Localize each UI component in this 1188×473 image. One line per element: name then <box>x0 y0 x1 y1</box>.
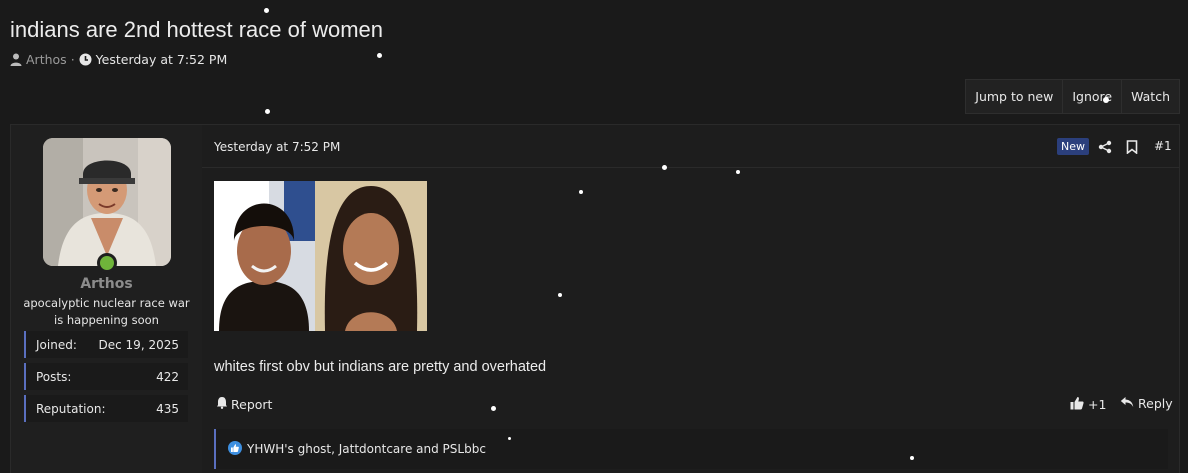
like-count: +1 <box>1088 397 1107 412</box>
reply-icon <box>1120 396 1134 411</box>
report-button[interactable]: Report <box>216 396 272 412</box>
reply-button[interactable]: Reply <box>1120 396 1173 411</box>
user-icon <box>10 53 22 66</box>
watch-button[interactable]: Watch <box>1121 80 1179 113</box>
snow-particle <box>491 406 496 411</box>
thread-date-link[interactable]: Yesterday at 7:52 PM <box>96 52 228 67</box>
stat-label: Reputation: <box>36 401 106 416</box>
thread-title: indians are 2nd hottest race of women <box>10 17 384 42</box>
stat-value: Dec 19, 2025 <box>98 337 179 352</box>
reactions-users[interactable]: YHWH's ghost, Jattdontcare and PSLbbc <box>247 442 486 456</box>
jump-to-new-button[interactable]: Jump to new <box>966 80 1062 113</box>
share-icon[interactable] <box>1098 139 1112 158</box>
report-label: Report <box>231 396 273 412</box>
post-image-attachment[interactable] <box>214 181 427 331</box>
avatar[interactable] <box>43 138 171 266</box>
post-number-link[interactable]: #1 <box>1154 139 1172 153</box>
snow-particle <box>910 456 914 460</box>
like-reaction-icon <box>228 440 242 458</box>
clock-icon <box>79 53 92 66</box>
snow-particle <box>736 170 740 174</box>
user-stat-joined: Joined: Dec 19, 2025 <box>24 331 188 358</box>
stat-value: 435 <box>156 401 179 416</box>
ignore-button[interactable]: Ignore <box>1062 80 1121 113</box>
snow-particle <box>1103 97 1109 103</box>
snow-particle <box>377 53 382 58</box>
user-stat-reputation: Reputation: 435 <box>24 395 188 422</box>
snow-particle <box>265 109 270 114</box>
post-user-column: Arthos apocalyptic nuclear race war is h… <box>11 125 202 473</box>
snow-particle <box>508 437 511 440</box>
reactions-bar[interactable]: YHWH's ghost, Jattdontcare and PSLbbc <box>214 429 1168 469</box>
bookmark-icon[interactable] <box>1126 139 1138 158</box>
online-status-indicator <box>97 253 117 273</box>
reply-label: Reply <box>1138 396 1173 411</box>
thread-author-link[interactable]: Arthos <box>26 52 67 67</box>
attached-photo-right[interactable] <box>315 181 427 331</box>
thread-meta: Arthos · Yesterday at 7:52 PM <box>10 52 227 67</box>
snow-particle <box>579 190 583 194</box>
post-message-text: whites first obv but indians are pretty … <box>214 359 547 375</box>
post-date-link[interactable]: Yesterday at 7:52 PM <box>214 140 340 154</box>
like-button[interactable]: +1 <box>1070 396 1106 413</box>
stat-value: 422 <box>156 369 179 384</box>
stat-label: Posts: <box>36 369 72 384</box>
post-content: Yesterday at 7:52 PM New #1 whites first… <box>202 125 1179 473</box>
snow-particle <box>257 198 262 203</box>
attached-photo-left[interactable] <box>214 181 315 331</box>
user-title: apocalyptic nuclear race war is happenin… <box>23 296 190 327</box>
snow-particle <box>558 293 562 297</box>
snow-particle <box>662 165 667 170</box>
post: Arthos apocalyptic nuclear race war is h… <box>10 124 1180 473</box>
snow-particle <box>264 8 269 13</box>
new-badge: New <box>1057 138 1089 155</box>
bell-icon <box>216 396 228 412</box>
meta-separator: · <box>70 52 75 67</box>
user-stat-posts: Posts: 422 <box>24 363 188 390</box>
post-username[interactable]: Arthos <box>11 276 202 292</box>
stat-label: Joined: <box>36 337 77 352</box>
thumbs-up-icon <box>1070 396 1084 413</box>
post-header: Yesterday at 7:52 PM New #1 <box>202 125 1179 168</box>
thread-action-bar: Jump to new Ignore Watch <box>965 79 1180 114</box>
